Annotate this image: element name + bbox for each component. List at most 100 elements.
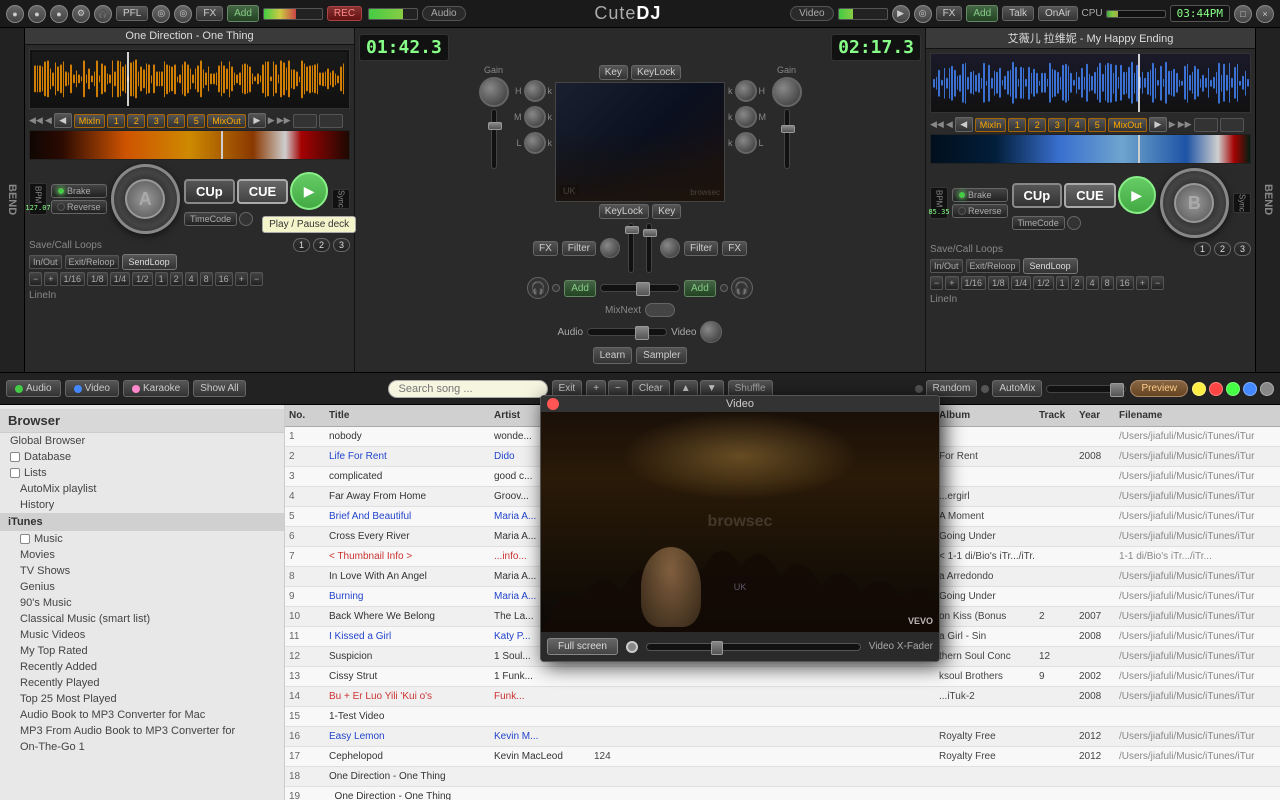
headphone-btn-left[interactable]: 🎧 xyxy=(527,277,549,299)
arrow-icon[interactable]: ▶ xyxy=(892,5,910,23)
video-knob[interactable] xyxy=(700,321,722,343)
timecode-knob-right[interactable] xyxy=(1067,216,1081,230)
search-input[interactable] xyxy=(388,380,548,398)
bend-right[interactable]: BEND xyxy=(1255,28,1280,372)
add-btn-left[interactable]: Add xyxy=(227,5,259,22)
cue-5-right[interactable]: 5 xyxy=(1088,118,1106,132)
exit-reloop-right[interactable]: Exit/Reloop xyxy=(966,259,1020,273)
waveform-toggle-right[interactable] xyxy=(1194,118,1218,132)
fx-btn-mixer-right[interactable]: FX xyxy=(722,241,747,256)
loop-1-left[interactable]: 1 xyxy=(293,238,310,252)
sampler-btn[interactable]: Sampler xyxy=(636,347,687,364)
cue-3[interactable]: 3 xyxy=(147,114,165,128)
loop-minus-right[interactable]: − xyxy=(930,276,943,290)
maximize-btn[interactable]: ● xyxy=(50,5,68,23)
loop-18-left[interactable]: 1/8 xyxy=(87,272,108,286)
cue-mixOut-right[interactable]: MixOut xyxy=(1108,118,1147,132)
waveform-toggle[interactable] xyxy=(293,114,317,128)
tune-icon[interactable]: ◎ xyxy=(152,5,170,23)
eq-m-knob-right[interactable] xyxy=(735,106,757,128)
loop-3-right[interactable]: 3 xyxy=(1234,242,1251,256)
xfader-thumb[interactable] xyxy=(636,282,650,296)
database-checkbox[interactable] xyxy=(10,452,20,462)
gain-fader-right[interactable] xyxy=(781,125,795,133)
sidebar-lists[interactable]: Lists xyxy=(0,465,284,481)
loop-plus2-left[interactable]: + xyxy=(235,272,248,286)
in-out-right[interactable]: In/Out xyxy=(930,259,963,273)
reverse-btn-left[interactable]: Reverse xyxy=(51,200,107,214)
loop-minus-left[interactable]: − xyxy=(29,272,42,286)
random-led[interactable] xyxy=(915,385,923,393)
learn-btn[interactable]: Learn xyxy=(593,347,633,364)
cue-mixIn[interactable]: MixIn xyxy=(74,114,106,128)
sidebar-mp3from[interactable]: MP3 From Audio Book to MP3 Converter for xyxy=(0,723,284,739)
video-knob-popup[interactable] xyxy=(626,641,638,653)
in-out-left[interactable]: In/Out xyxy=(29,255,62,269)
loop-12-right[interactable]: 1/2 xyxy=(1033,276,1054,290)
eq-h-knob-right[interactable] xyxy=(735,80,757,102)
key-btn-right[interactable]: Key xyxy=(652,204,681,219)
brake-btn-left[interactable]: Brake xyxy=(51,184,107,198)
cue-btn-left[interactable]: CUE xyxy=(237,179,288,204)
lists-checkbox[interactable] xyxy=(10,468,20,478)
turntable-left[interactable]: A xyxy=(111,164,180,234)
sidebar-classical[interactable]: Classical Music (smart list) xyxy=(0,611,284,627)
timecode-knob-left[interactable] xyxy=(239,212,253,226)
add-mix-right[interactable]: Add xyxy=(684,280,716,297)
waveform-toggle2[interactable] xyxy=(319,114,343,128)
add-btn-right[interactable]: Add xyxy=(966,5,998,22)
eq-l-knob-right[interactable] xyxy=(735,132,757,154)
loop-plus-left[interactable]: + xyxy=(44,272,57,286)
song-row[interactable]: 16 Easy Lemon Kevin M... Royalty Free 20… xyxy=(285,727,1280,747)
cue-4[interactable]: 4 xyxy=(167,114,185,128)
headphone-icon[interactable]: 🎧 xyxy=(94,5,112,23)
loop-1-btn-right[interactable]: 1 xyxy=(1056,276,1069,290)
timecode-btn-right[interactable]: TimeCode xyxy=(1012,216,1065,230)
video-popup-close[interactable] xyxy=(547,398,559,410)
sidebar-tv-shows[interactable]: TV Shows xyxy=(0,563,284,579)
col-header-filename[interactable]: Filename xyxy=(1115,410,1280,421)
video-xfader[interactable] xyxy=(646,643,861,651)
eq-h-knob-left[interactable] xyxy=(524,80,546,102)
automix-btn[interactable]: AutoMix xyxy=(992,380,1042,397)
loop-2-left[interactable]: 2 xyxy=(313,238,330,252)
brake-btn-right[interactable]: Brake xyxy=(952,188,1008,202)
tab-audio[interactable]: Audio xyxy=(6,380,61,397)
close-icon[interactable]: × xyxy=(1256,5,1274,23)
cue-2[interactable]: 2 xyxy=(127,114,145,128)
col-header-title[interactable]: Title xyxy=(325,410,490,421)
cue-mixOut[interactable]: MixOut xyxy=(207,114,246,128)
automix-slider[interactable] xyxy=(1046,385,1126,393)
loop-8-btn-left[interactable]: 8 xyxy=(200,272,213,286)
song-row[interactable]: 14 Bu + Er Luo Yili 'Kui o's Funk... ...… xyxy=(285,687,1280,707)
cue-btn-right[interactable]: CUE xyxy=(1064,183,1115,208)
sendloop-left[interactable]: SendLoop xyxy=(122,254,177,270)
sidebar-audiobook[interactable]: Audio Book to MP3 Converter for Mac xyxy=(0,707,284,723)
cue-1[interactable]: 1 xyxy=(107,114,125,128)
loop-plus2-right[interactable]: + xyxy=(1136,276,1149,290)
sync-btn-left[interactable]: Sync xyxy=(332,189,350,209)
loop-minus2-left[interactable]: − xyxy=(250,272,263,286)
fx-btn-right[interactable]: FX xyxy=(936,6,963,21)
gain-knob-right[interactable] xyxy=(772,77,802,107)
song-row[interactable]: 15 1-Test Video xyxy=(285,707,1280,727)
sync-btn-right[interactable]: Sync xyxy=(1233,193,1251,213)
sidebar-top25[interactable]: Top 25 Most Played xyxy=(0,691,284,707)
keylock-btn-right[interactable]: KeyLock xyxy=(599,204,649,219)
sendloop-right[interactable]: SendLoop xyxy=(1023,258,1078,274)
cue-5[interactable]: 5 xyxy=(187,114,205,128)
cue-4-right[interactable]: 4 xyxy=(1068,118,1086,132)
tab-karaoke[interactable]: Karaoke xyxy=(123,380,189,397)
cup-btn-left[interactable]: CUp xyxy=(184,179,235,204)
talk-btn[interactable]: Talk xyxy=(1002,6,1034,21)
show-all-btn[interactable]: Show All xyxy=(193,380,245,397)
tune2-icon[interactable]: ◎ xyxy=(174,5,192,23)
keylock-btn-left[interactable]: KeyLock xyxy=(631,65,681,80)
sidebar-genius[interactable]: Genius xyxy=(0,579,284,595)
sidebar-music[interactable]: Music xyxy=(0,531,284,547)
sidebar-global-browser[interactable]: Global Browser xyxy=(0,433,284,449)
cue-mixIn-right[interactable]: MixIn xyxy=(975,118,1007,132)
song-row[interactable]: 19 _One Direction - One Thing xyxy=(285,787,1280,800)
loop-116-right[interactable]: 1/16 xyxy=(961,276,987,290)
timecode-btn-left[interactable]: TimeCode xyxy=(184,212,237,226)
